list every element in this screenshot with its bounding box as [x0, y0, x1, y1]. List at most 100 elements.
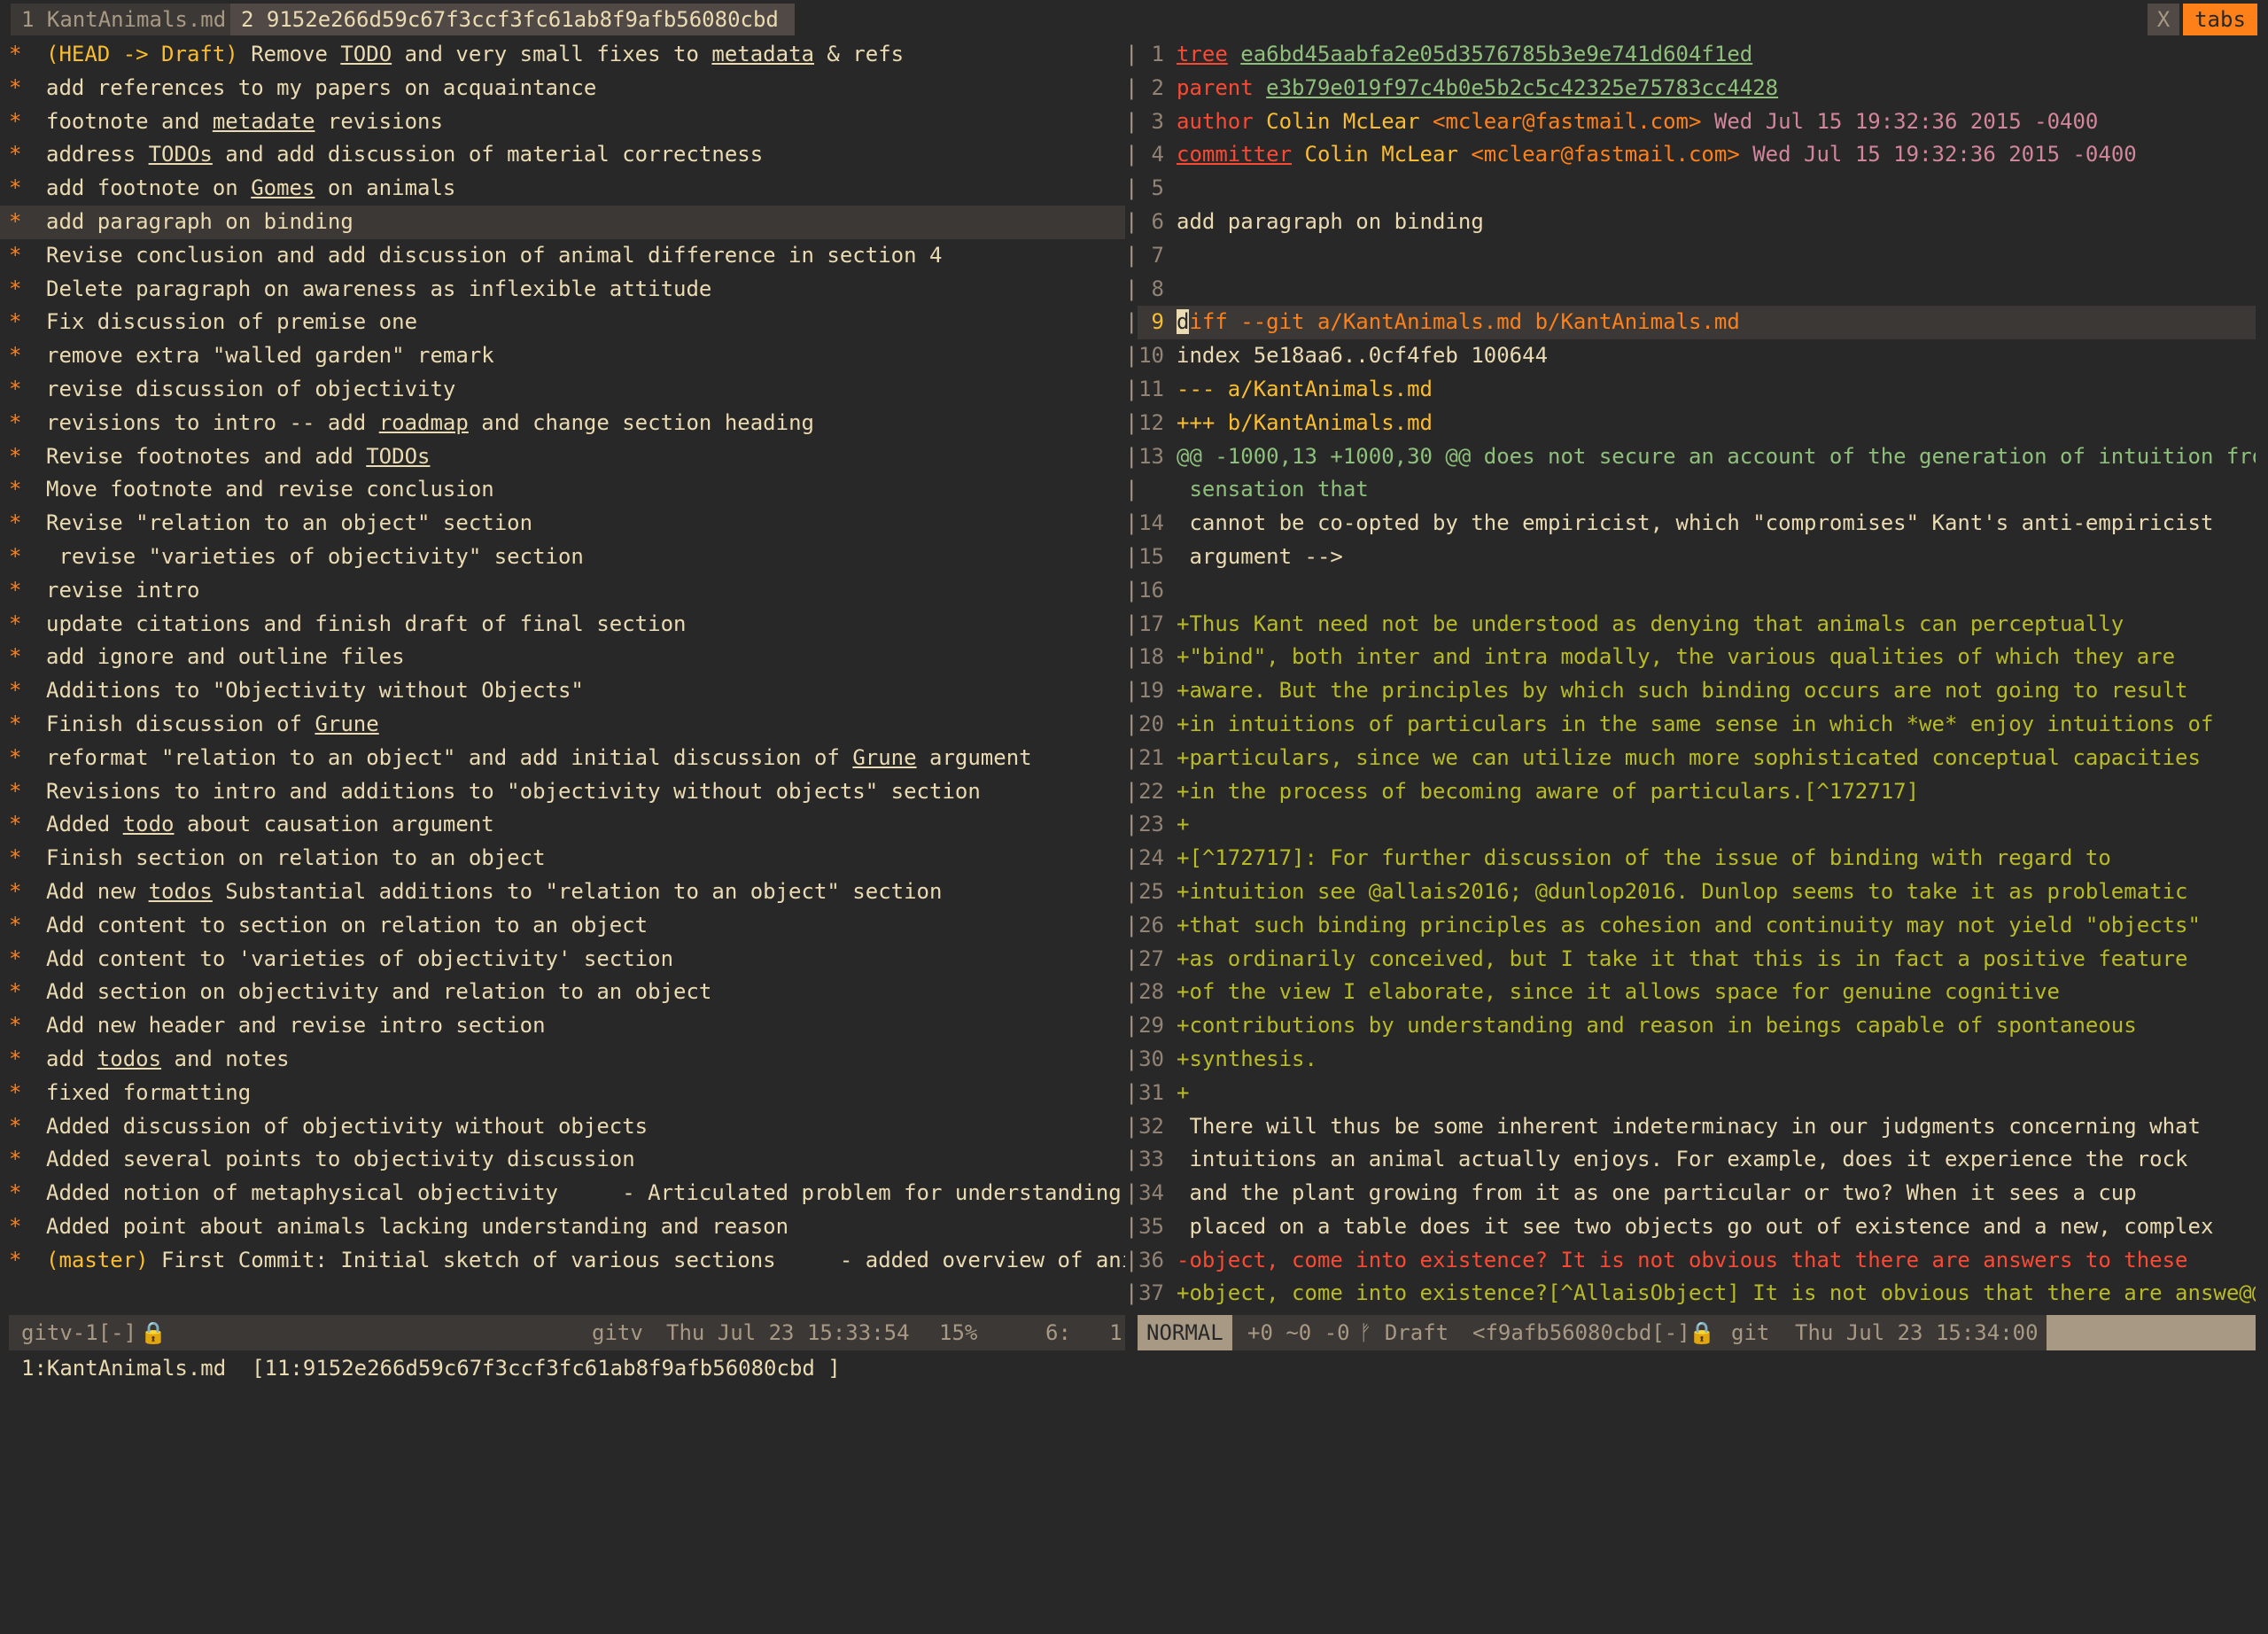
commit-log-row[interactable]: * Revise footnotes and add TODOs — [0, 440, 1125, 474]
diff-line: 5 — [1151, 175, 1164, 201]
buffer-name: gitv-1[-] — [21, 1320, 137, 1345]
commit-log-row[interactable]: * Added discussion of objectivity without… — [0, 1110, 1125, 1144]
commit-message: Revise footnotes and add TODOs — [46, 443, 431, 469]
clock: Thu Jul 23 15:34:00 — [1795, 1320, 2039, 1345]
separator-bar: | — [1125, 778, 1138, 804]
commit-marker-icon: * — [9, 744, 22, 770]
commit-log-row[interactable]: * revisions to intro -- add roadmap and c… — [0, 407, 1125, 440]
commit-marker-icon: * — [9, 711, 22, 736]
separator-bar: | — [1125, 74, 1138, 100]
scroll-percent: 15% — [939, 1320, 978, 1345]
separator-bar: | — [1125, 945, 1138, 971]
diff-line: 22 +in the process of becoming aware of p… — [1138, 778, 1920, 804]
diff-line: 21 +particulars, since we can utilize muc… — [1138, 744, 2201, 770]
command-line[interactable]: 1:KantAnimals.md [11:9152e266d59c67f3ccf… — [0, 1350, 2268, 1386]
commit-marker-icon: * — [9, 778, 22, 804]
diff-line: 3 author Colin McLear <mclear@fastmail.co… — [1151, 108, 2099, 134]
commit-log-row[interactable]: * revise intro — [0, 574, 1125, 608]
commit-message: Add content to 'varieties of objectivity… — [46, 945, 674, 971]
commit-message: Revise "relation to an object" section — [46, 510, 533, 536]
commit-message: Added todo about causation argument — [46, 812, 494, 837]
commit-log-row[interactable]: * (master) First Commit: Initial sketch o… — [0, 1244, 1125, 1278]
close-tab-button[interactable]: X — [2148, 4, 2179, 35]
commit-log-row[interactable]: * Add new header and revise intro section — [0, 1009, 1125, 1043]
commit-marker-icon: * — [9, 543, 22, 569]
commit-log-row[interactable]: * add footnote on Gomes on animals — [0, 172, 1125, 206]
commit-message: reformat "relation to an object" and add… — [46, 744, 1032, 770]
diff-line: 31 + — [1138, 1079, 1190, 1105]
separator-bar: | — [1125, 1079, 1138, 1105]
commit-marker-icon: * — [9, 644, 22, 670]
commit-log-row[interactable]: * revise "varieties of objectivity" sect… — [0, 541, 1125, 574]
commit-message: Revise conclusion and add discussion of … — [46, 242, 943, 268]
tab-commit[interactable]: 2 9152e266d59c67f3ccf3fc61ab8f9afb56080c… — [230, 4, 795, 35]
commit-marker-icon: * — [9, 1079, 22, 1105]
commit-log-row[interactable]: * Add content to section on relation to a… — [0, 909, 1125, 943]
commit-log-row[interactable]: * Move footnote and revise conclusion — [0, 473, 1125, 507]
git-branch: ᚠ Draft — [1359, 1320, 1449, 1345]
commit-log-row[interactable]: * fixed formatting — [0, 1077, 1125, 1110]
commit-marker-icon: * — [9, 108, 22, 134]
commit-diff-pane[interactable]: 1 tree ea6bd45aabfa2e05d3576785b3e9e741d6… — [1138, 38, 2256, 1314]
commit-log-row[interactable]: * add references to my papers on acquaint… — [0, 72, 1125, 105]
diff-line: 28 +of the view I elaborate, since it all… — [1138, 979, 2060, 1005]
commit-log-row[interactable]: * Added notion of metaphysical objectivit… — [0, 1177, 1125, 1210]
commit-log-row[interactable]: * remove extra "walled garden" remark — [0, 339, 1125, 373]
commit-log-row[interactable]: * Revise "relation to an object" section — [0, 507, 1125, 541]
diff-line: 7 — [1151, 242, 1164, 268]
diff-line: 1 tree ea6bd45aabfa2e05d3576785b3e9e741d6… — [1151, 42, 1753, 66]
commit-log-row[interactable]: * update citations and finish draft of fi… — [0, 608, 1125, 642]
commit-log-row[interactable]: * add todos and notes — [0, 1043, 1125, 1077]
diff-line: 29 +contributions by understanding and re… — [1138, 1013, 2137, 1039]
separator-bar: | — [1125, 1213, 1138, 1239]
separator-bar: | — [1125, 409, 1138, 435]
commit-log-row[interactable]: * add paragraph on binding — [0, 205, 1125, 239]
commit-log-row[interactable]: * Finish section on relation to an object — [0, 842, 1125, 875]
commit-log-row[interactable]: * address TODOs and add discussion of mat… — [0, 138, 1125, 172]
tab-kantanimals[interactable]: 1 KantAnimals.md — [11, 4, 237, 35]
commit-log-row[interactable]: * (HEAD -> Draft) Remove TODO and very sm… — [0, 38, 1125, 72]
commit-log-row[interactable]: * Add section on objectivity and relation… — [0, 976, 1125, 1009]
text-cursor: d — [1177, 309, 1190, 335]
commit-marker-icon: * — [9, 477, 22, 502]
commit-message: Delete paragraph on awareness as inflexi… — [46, 276, 712, 301]
commit-marker-icon: * — [9, 945, 22, 971]
commit-log-pane[interactable]: * (HEAD -> Draft) Remove TODO and very sm… — [0, 38, 1125, 1314]
separator-bar: | — [1125, 1280, 1138, 1306]
commit-log-row[interactable]: * revise discussion of objectivity — [0, 373, 1125, 407]
diff-line: 20 +in intuitions of particulars in the s… — [1138, 711, 2214, 736]
commit-log-row[interactable]: * Added point about animals lacking under… — [0, 1210, 1125, 1244]
commit-message: Add content to section on relation to an… — [46, 912, 649, 938]
commit-log-row[interactable]: * Delete paragraph on awareness as inflex… — [0, 273, 1125, 307]
commit-log-row[interactable]: * footnote and metadate revisions — [0, 105, 1125, 139]
separator-bar: | — [1125, 1013, 1138, 1039]
diff-line: 14 cannot be co-opted by the empiricist,… — [1138, 510, 2214, 536]
separator-bar: | — [1125, 744, 1138, 770]
buffer-name: <f9afb56080cbd[-] — [1472, 1320, 1690, 1345]
commit-marker-icon: * — [9, 1180, 22, 1206]
clock: Thu Jul 23 15:33:54 — [666, 1320, 910, 1345]
commit-message: fixed formatting — [46, 1079, 252, 1105]
separator-bar: | — [1125, 1113, 1138, 1139]
commit-log-row[interactable]: * Added several points to objectivity dis… — [0, 1143, 1125, 1177]
commit-log-row[interactable]: * Fix discussion of premise one — [0, 306, 1125, 339]
commit-message: Remove TODO and very small fixes to meta… — [237, 42, 905, 66]
diff-line: 33 intuitions an animal actually enjoys.… — [1138, 1147, 2188, 1172]
separator-bar: | — [1125, 208, 1138, 234]
tabs-label: tabs — [2183, 4, 2257, 35]
commit-marker-icon: * — [9, 1147, 22, 1172]
diff-line: 6 add paragraph on binding — [1151, 208, 1484, 234]
commit-message: Added point about animals lacking unders… — [46, 1213, 789, 1239]
commit-log-row[interactable]: * Revisions to intro and additions to "ob… — [0, 775, 1125, 809]
diff-line: 23 + — [1138, 812, 1190, 837]
commit-log-row[interactable]: * Add content to 'varieties of objectivit… — [0, 943, 1125, 977]
commit-log-row[interactable]: * Added todo about causation argument — [0, 808, 1125, 842]
commit-log-row[interactable]: * Add new todos Substantial additions to … — [0, 875, 1125, 909]
commit-log-row[interactable]: * Revise conclusion and add discussion of… — [0, 239, 1125, 273]
commit-log-row[interactable]: * Finish discussion of Grune — [0, 708, 1125, 742]
commit-marker-icon: * — [9, 409, 22, 435]
commit-log-row[interactable]: * Additions to "Objectivity without Objec… — [0, 674, 1125, 708]
commit-log-row[interactable]: * add ignore and outline files — [0, 641, 1125, 674]
commit-log-row[interactable]: * reformat "relation to an object" and ad… — [0, 742, 1125, 775]
commit-marker-icon: * — [9, 142, 22, 167]
